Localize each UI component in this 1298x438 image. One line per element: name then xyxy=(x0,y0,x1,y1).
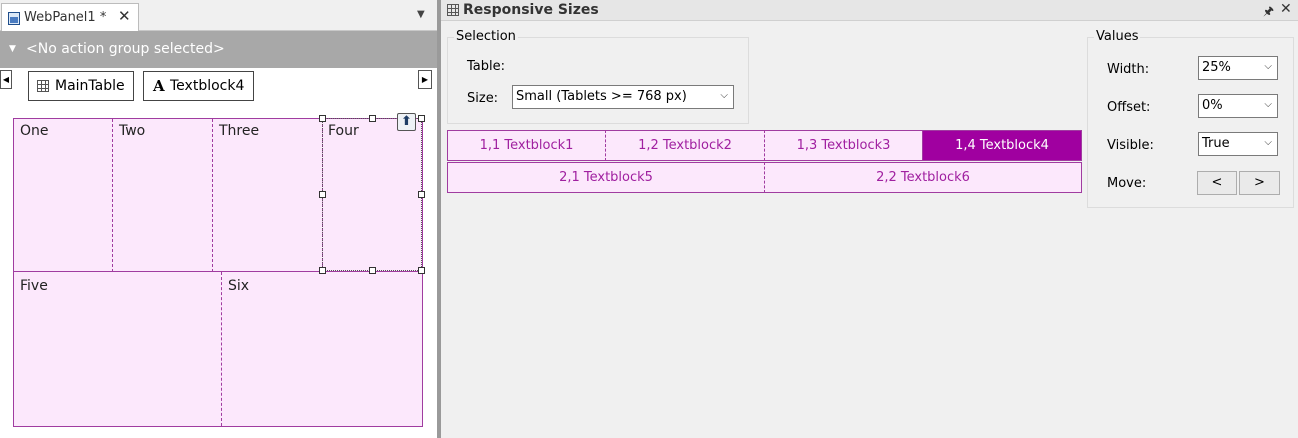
resize-handle[interactable] xyxy=(319,191,326,198)
grid-cell-1-1[interactable]: 1,1 Textblock1 xyxy=(447,130,606,161)
resize-handle[interactable] xyxy=(418,191,425,198)
grid-cell-1-2[interactable]: 1,2 Textblock2 xyxy=(605,130,765,161)
cell-two[interactable]: Two xyxy=(119,123,145,139)
cell-four[interactable]: Four xyxy=(328,123,359,139)
cell-six[interactable]: Six xyxy=(228,278,249,294)
select-parent-arrow-up-icon[interactable]: ⬆ xyxy=(397,113,416,131)
size-select-value: Small (Tablets >= 768 px) xyxy=(516,89,687,104)
text-icon: A xyxy=(153,77,165,95)
visible-select-value: True xyxy=(1202,136,1230,151)
grid-cell-1-3[interactable]: 1,3 Textblock3 xyxy=(764,130,923,161)
breadcrumb-maintable[interactable]: MainTable xyxy=(28,71,134,101)
resize-handle[interactable] xyxy=(369,115,376,122)
move-label: Move: xyxy=(1107,176,1147,191)
resize-handle[interactable] xyxy=(418,115,425,122)
chevron-down-icon[interactable]: ▼ xyxy=(9,44,16,54)
resize-handle[interactable] xyxy=(418,267,425,274)
close-icon[interactable]: ✕ xyxy=(118,7,131,25)
cell-one[interactable]: One xyxy=(20,123,49,139)
row-divider xyxy=(14,271,422,272)
column-divider xyxy=(212,119,213,272)
scroll-right-button[interactable]: ▶ xyxy=(418,70,432,89)
offset-select[interactable]: 0% ⌵ xyxy=(1198,94,1278,118)
selection-legend: Selection xyxy=(454,29,518,44)
cell-five[interactable]: Five xyxy=(20,278,48,294)
webpanel-icon xyxy=(8,12,20,25)
grid-icon xyxy=(37,80,49,92)
tab-label: WebPanel1 * xyxy=(24,10,107,25)
chevron-down-icon: ⌵ xyxy=(720,90,728,101)
tab-list-dropdown-icon[interactable]: ▼ xyxy=(417,9,425,20)
action-group-label: <No action group selected> xyxy=(26,41,225,57)
tab-webpanel1[interactable]: WebPanel1 * ✕ xyxy=(1,3,139,31)
move-left-button[interactable]: < xyxy=(1197,171,1237,195)
grid-cell-1-4[interactable]: 1,4 Textblock4 xyxy=(922,130,1082,161)
close-icon[interactable]: ✕ xyxy=(1280,1,1292,17)
values-legend: Values xyxy=(1094,29,1141,44)
pin-icon[interactable]: 🖈 xyxy=(1263,2,1274,23)
chevron-down-icon: ⌵ xyxy=(1264,99,1272,110)
chevron-down-icon: ⌵ xyxy=(1264,61,1272,72)
grid-cell-2-1[interactable]: 2,1 Textblock5 xyxy=(447,162,765,193)
document-tabstrip: WebPanel1 * ✕ ▼ xyxy=(0,0,437,31)
visible-select[interactable]: True ⌵ xyxy=(1198,132,1278,156)
selection-frame xyxy=(322,118,422,271)
visible-label: Visible: xyxy=(1107,138,1154,153)
column-divider xyxy=(221,272,222,426)
move-right-button[interactable]: > xyxy=(1239,171,1280,195)
offset-select-value: 0% xyxy=(1202,98,1223,113)
resize-handle[interactable] xyxy=(369,267,376,274)
width-select[interactable]: 25% ⌵ xyxy=(1198,56,1278,80)
cell-three[interactable]: Three xyxy=(219,123,259,139)
offset-label: Offset: xyxy=(1107,100,1151,115)
table-label: Table: xyxy=(467,59,505,74)
size-select[interactable]: Small (Tablets >= 768 px) ⌵ xyxy=(512,85,734,109)
size-label: Size: xyxy=(467,91,499,106)
breadcrumb-textblock4[interactable]: A Textblock4 xyxy=(143,71,254,101)
grid-cell-2-2[interactable]: 2,2 Textblock6 xyxy=(764,162,1082,193)
column-divider xyxy=(112,119,113,272)
selection-group xyxy=(447,37,749,124)
resize-handle[interactable] xyxy=(319,267,326,274)
width-select-value: 25% xyxy=(1202,60,1231,75)
grid-icon xyxy=(447,4,459,16)
resize-handle[interactable] xyxy=(319,115,326,122)
scroll-left-button[interactable]: ◀ xyxy=(0,70,12,89)
breadcrumb-label: Textblock4 xyxy=(170,78,245,94)
breadcrumb-label: MainTable xyxy=(55,78,125,94)
panel-title: Responsive Sizes xyxy=(463,2,599,18)
chevron-down-icon: ⌵ xyxy=(1264,137,1272,148)
width-label: Width: xyxy=(1107,62,1150,77)
